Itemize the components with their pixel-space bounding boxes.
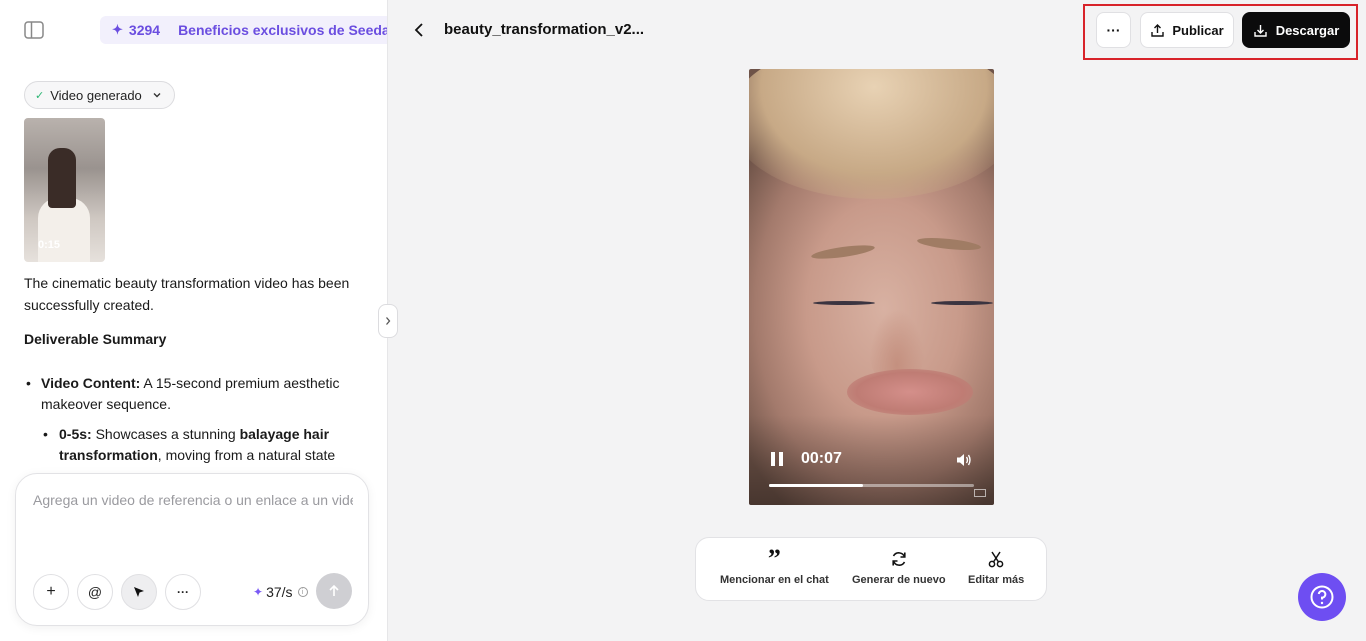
video-player[interactable]: 00:07 (749, 69, 994, 505)
chevron-right-icon (386, 317, 391, 325)
add-button[interactable]: + (33, 574, 69, 610)
sub-bullet-text: Showcases a stunning (91, 425, 240, 442)
help-button[interactable] (1298, 573, 1346, 621)
mention-label: Mencionar en el chat (720, 574, 829, 586)
video-action-toolbar: ” Mencionar en el chat Generar de nuevo … (695, 537, 1047, 601)
agent-mode-button[interactable] (121, 574, 157, 610)
video-frame-hair (749, 69, 994, 199)
video-frame-lashes (813, 301, 875, 305)
check-icon: ✓ (35, 89, 45, 102)
publish-button[interactable]: Publicar (1140, 12, 1234, 48)
back-arrow-icon[interactable] (410, 20, 428, 40)
credits-count: 3294 (128, 22, 161, 38)
watermark-icon (974, 489, 986, 497)
mention-in-chat-button[interactable]: ” Mencionar en el chat (720, 544, 829, 587)
video-frame-brow (916, 235, 982, 253)
video-thumbnail[interactable]: 0:15 (24, 118, 105, 262)
at-icon: @ (87, 584, 103, 600)
scissors-icon (987, 548, 1005, 570)
refresh-icon (890, 548, 908, 570)
publish-label: Publicar (1172, 22, 1224, 38)
thumbnail-figure-shape (48, 148, 76, 208)
chat-panel: ✦ 3294 Beneficios exclusivos de Seedance… (0, 0, 388, 641)
sub-bullet-text-end: , moving from a natural state (157, 447, 336, 463)
chevron-down-icon (153, 93, 161, 98)
edit-more-button[interactable]: Editar más (968, 548, 1024, 586)
current-time: 00:07 (801, 450, 842, 467)
more-options-button[interactable]: ··· (165, 574, 201, 610)
video-frame-lips (847, 369, 973, 415)
more-actions-button[interactable]: ··· (1096, 12, 1131, 48)
download-label: Descargar (1275, 22, 1340, 38)
assistant-message: The cinematic beauty transformation vide… (24, 273, 364, 475)
plus-icon: + (46, 583, 56, 600)
composer-input[interactable]: Agrega un video de referencia o un enlac… (33, 492, 353, 508)
rate-value: 37/s (266, 584, 293, 600)
credits-label: Beneficios exclusivos de Seedance (178, 22, 387, 38)
question-icon (1310, 585, 1334, 609)
quote-icon: ” (767, 544, 781, 573)
info-icon[interactable]: i (297, 587, 308, 597)
panel-collapse-handle[interactable] (378, 304, 398, 338)
pause-icon[interactable] (771, 452, 785, 466)
summary-list: Video Content: A 15-second premium aesth… (24, 373, 364, 467)
credits-banner[interactable]: ✦ 3294 Beneficios exclusivos de Seedance (100, 16, 387, 44)
list-item: 0-5s: Showcases a stunning balayage hair… (41, 424, 364, 467)
regenerate-label: Generar de nuevo (852, 574, 946, 586)
sub-list: 0-5s: Showcases a stunning balayage hair… (41, 424, 364, 467)
volume-icon[interactable] (955, 452, 973, 468)
progress-bar[interactable] (769, 484, 974, 487)
chat-composer[interactable]: Agrega un video de referencia o un enlac… (15, 473, 369, 626)
progress-fill (769, 484, 864, 487)
video-generated-chip[interactable]: ✓ Video generado (24, 81, 175, 109)
mention-button[interactable]: @ (77, 574, 113, 610)
download-icon (1253, 24, 1267, 37)
ellipsis-icon: ··· (177, 585, 189, 599)
sub-bullet-label: 0-5s: (59, 425, 92, 442)
list-item: Video Content: A 15-second premium aesth… (24, 373, 364, 467)
video-frame-lashes (931, 301, 993, 305)
video-frame-brow (810, 242, 876, 262)
sparkle-icon: ✦ (112, 22, 123, 37)
send-button[interactable] (316, 573, 352, 609)
arrow-up-icon (329, 584, 339, 596)
sidebar-toggle-icon[interactable] (24, 21, 44, 39)
regenerate-button[interactable]: Generar de nuevo (852, 548, 946, 586)
credit-rate: ✦ 37/s i (253, 584, 308, 600)
thumbnail-duration: 0:15 (38, 239, 61, 251)
upload-icon (1151, 23, 1165, 37)
sparkle-icon: ✦ (253, 585, 264, 599)
ellipsis-icon: ··· (1106, 22, 1121, 38)
bullet-label: Video Content: (41, 374, 141, 391)
edit-label: Editar más (968, 574, 1025, 586)
chip-label: Video generado (50, 87, 142, 103)
cursor-icon (134, 587, 144, 597)
download-button[interactable]: Descargar (1242, 12, 1350, 48)
file-title: beauty_transformation_v2... (444, 21, 645, 38)
message-heading: Deliverable Summary (24, 331, 167, 347)
message-intro: The cinematic beauty transformation vide… (24, 275, 350, 313)
